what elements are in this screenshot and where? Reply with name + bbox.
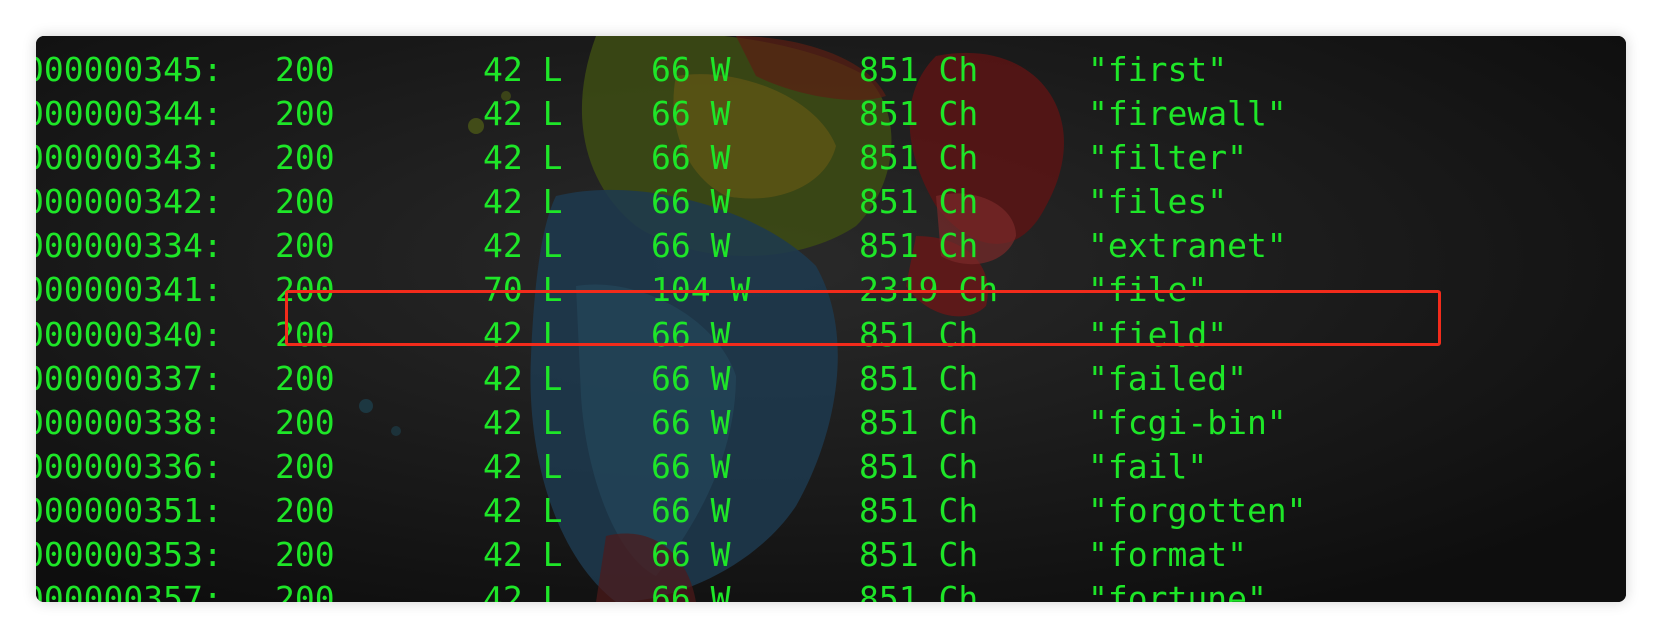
terminal-window[interactable]: 000000345: 200 42 L 66 W 851 Ch "first" 00000…	[36, 36, 1626, 602]
char-count: 851 Ch	[859, 490, 979, 530]
char-count: 851 Ch	[859, 138, 979, 178]
line-count: 42 L	[483, 182, 563, 222]
word-count: 66 W	[651, 579, 731, 602]
char-count: 851 Ch	[859, 579, 979, 602]
status-code: 200	[275, 50, 335, 89]
line-count: 42 L	[483, 94, 563, 134]
status-code: 200	[275, 579, 335, 602]
word-count: 66 W	[651, 50, 731, 89]
char-count: 851 Ch	[859, 50, 979, 89]
char-count: 851 Ch	[859, 446, 979, 486]
line-count: 42 L	[483, 446, 563, 486]
request-id: 000000334:	[36, 226, 223, 266]
line-count: 42 L	[483, 358, 563, 398]
payload: "files"	[1088, 182, 1228, 222]
payload: "failed"	[1088, 358, 1247, 398]
request-id: 000000342:	[36, 182, 223, 222]
request-id: 000000357:	[36, 579, 223, 602]
request-id: 000000336:	[36, 446, 223, 486]
char-count: 851 Ch	[859, 226, 979, 266]
status-code: 200	[275, 446, 335, 486]
payload: "fcgi-bin"	[1088, 402, 1287, 442]
request-id: 000000353:	[36, 535, 223, 575]
status-code: 200	[275, 535, 335, 575]
word-count: 66 W	[651, 446, 731, 486]
word-count: 66 W	[651, 535, 731, 575]
highlight-box	[285, 290, 1441, 346]
char-count: 851 Ch	[859, 358, 979, 398]
request-id: 000000341:	[36, 270, 223, 310]
request-id: 000000340:	[36, 314, 223, 354]
request-id: 000000345:	[36, 50, 223, 89]
word-count: 66 W	[651, 490, 731, 530]
line-count: 42 L	[483, 402, 563, 442]
request-id: 000000337:	[36, 358, 223, 398]
status-code: 200	[275, 490, 335, 530]
line-count: 42 L	[483, 50, 563, 89]
request-id: 000000338:	[36, 402, 223, 442]
payload: "first"	[1088, 50, 1228, 89]
status-code: 200	[275, 226, 335, 266]
word-count: 66 W	[651, 402, 731, 442]
payload: "extranet"	[1088, 226, 1287, 266]
payload: "fail"	[1088, 446, 1208, 486]
status-code: 200	[275, 402, 335, 442]
char-count: 851 Ch	[859, 94, 979, 134]
line-count: 42 L	[483, 138, 563, 178]
request-id: 000000343:	[36, 138, 223, 178]
word-count: 66 W	[651, 182, 731, 222]
word-count: 66 W	[651, 138, 731, 178]
payload: "firewall"	[1088, 94, 1287, 134]
line-count: 42 L	[483, 226, 563, 266]
payload: "forgotten"	[1088, 490, 1307, 530]
char-count: 851 Ch	[859, 182, 979, 222]
word-count: 66 W	[651, 358, 731, 398]
char-count: 851 Ch	[859, 402, 979, 442]
payload: "fortune"	[1088, 579, 1267, 602]
status-code: 200	[275, 182, 335, 222]
status-code: 200	[275, 94, 335, 134]
word-count: 66 W	[651, 226, 731, 266]
status-code: 200	[275, 358, 335, 398]
request-id: 000000344:	[36, 94, 223, 134]
line-count: 42 L	[483, 535, 563, 575]
word-count: 66 W	[651, 94, 731, 134]
line-count: 42 L	[483, 579, 563, 602]
payload: "format"	[1088, 535, 1247, 575]
status-code: 200	[275, 138, 335, 178]
payload: "filter"	[1088, 138, 1247, 178]
line-count: 42 L	[483, 490, 563, 530]
char-count: 851 Ch	[859, 535, 979, 575]
request-id: 000000351:	[36, 490, 223, 530]
